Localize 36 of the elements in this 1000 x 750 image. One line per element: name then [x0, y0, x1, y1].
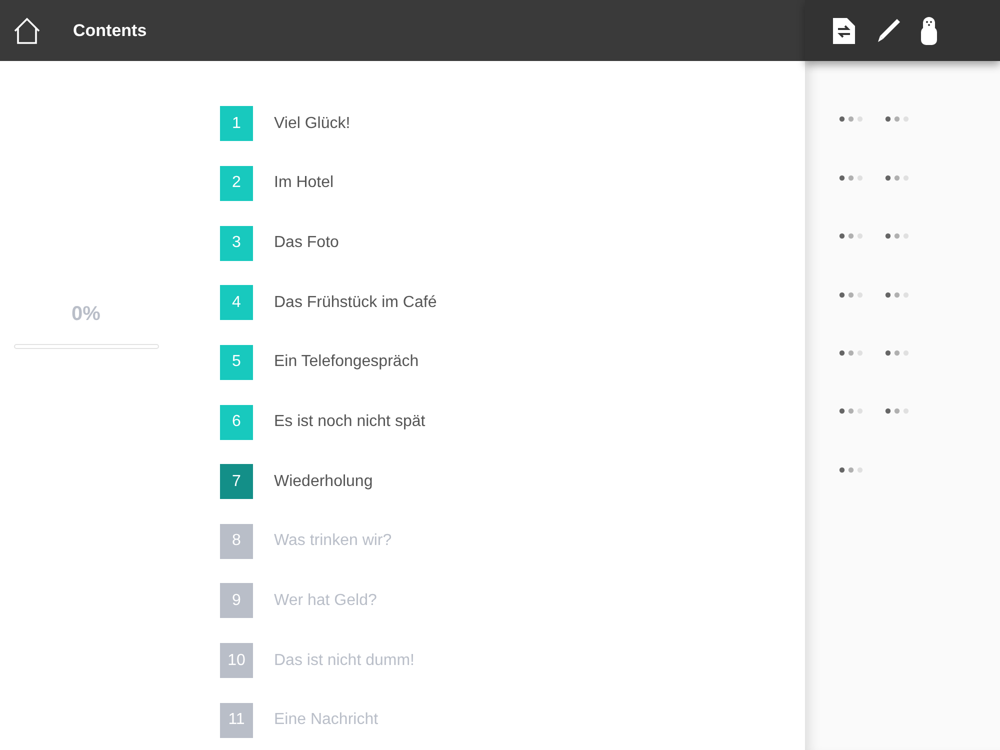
- header-title: Contents: [73, 20, 147, 42]
- progress-percent: 0%: [72, 302, 100, 327]
- lesson-item[interactable]: 2 Im Hotel: [220, 154, 805, 214]
- lesson-item[interactable]: 3 Das Foto: [220, 213, 805, 273]
- lesson-number: 9: [220, 583, 253, 618]
- lesson-number: 11: [220, 702, 253, 738]
- document-swap-button[interactable]: [833, 18, 855, 44]
- lesson-title: Das Foto: [274, 233, 339, 254]
- home-icon: [12, 16, 40, 44]
- lesson-item[interactable]: 5 Ein Telefongespräch: [220, 332, 805, 392]
- pen-button[interactable]: [875, 18, 901, 44]
- document-swap-icon: [833, 18, 855, 44]
- lesson-number: 5: [220, 344, 253, 380]
- lesson-title: Das ist nicht dumm!: [274, 650, 414, 671]
- lesson-number: 8: [220, 524, 253, 559]
- lesson-title: Viel Glück!: [274, 114, 350, 134]
- lesson-title: Eine Nachricht: [274, 710, 378, 730]
- lesson-number: 2: [220, 166, 253, 201]
- lesson-title: Im Hotel: [274, 173, 334, 194]
- lesson-title: Das Frühstück im Café: [274, 292, 437, 313]
- lesson-item[interactable]: 1 Viel Glück!: [220, 94, 805, 154]
- lesson-item[interactable]: 4 Das Frühstück im Café: [220, 272, 805, 333]
- lesson-number: 3: [220, 226, 253, 261]
- lesson-title: Was trinken wir?: [274, 531, 392, 552]
- lesson-title: Wer hat Geld?: [274, 590, 377, 611]
- lesson-title: Wiederholung: [274, 472, 373, 492]
- lesson-number: 7: [220, 464, 253, 500]
- lesson-item[interactable]: 6 Es ist noch nicht spät: [220, 392, 805, 452]
- lesson-title: Es ist noch nicht spät: [274, 412, 426, 432]
- lesson-item[interactable]: 7 Wiederholung: [220, 452, 805, 512]
- lesson-number: 6: [220, 404, 253, 440]
- pen-icon: [875, 18, 901, 44]
- lesson-number: 4: [220, 285, 253, 320]
- lesson-number: 10: [220, 643, 253, 678]
- lesson-title: Ein Telefongespräch: [274, 352, 419, 372]
- lesson-number: 1: [220, 106, 253, 142]
